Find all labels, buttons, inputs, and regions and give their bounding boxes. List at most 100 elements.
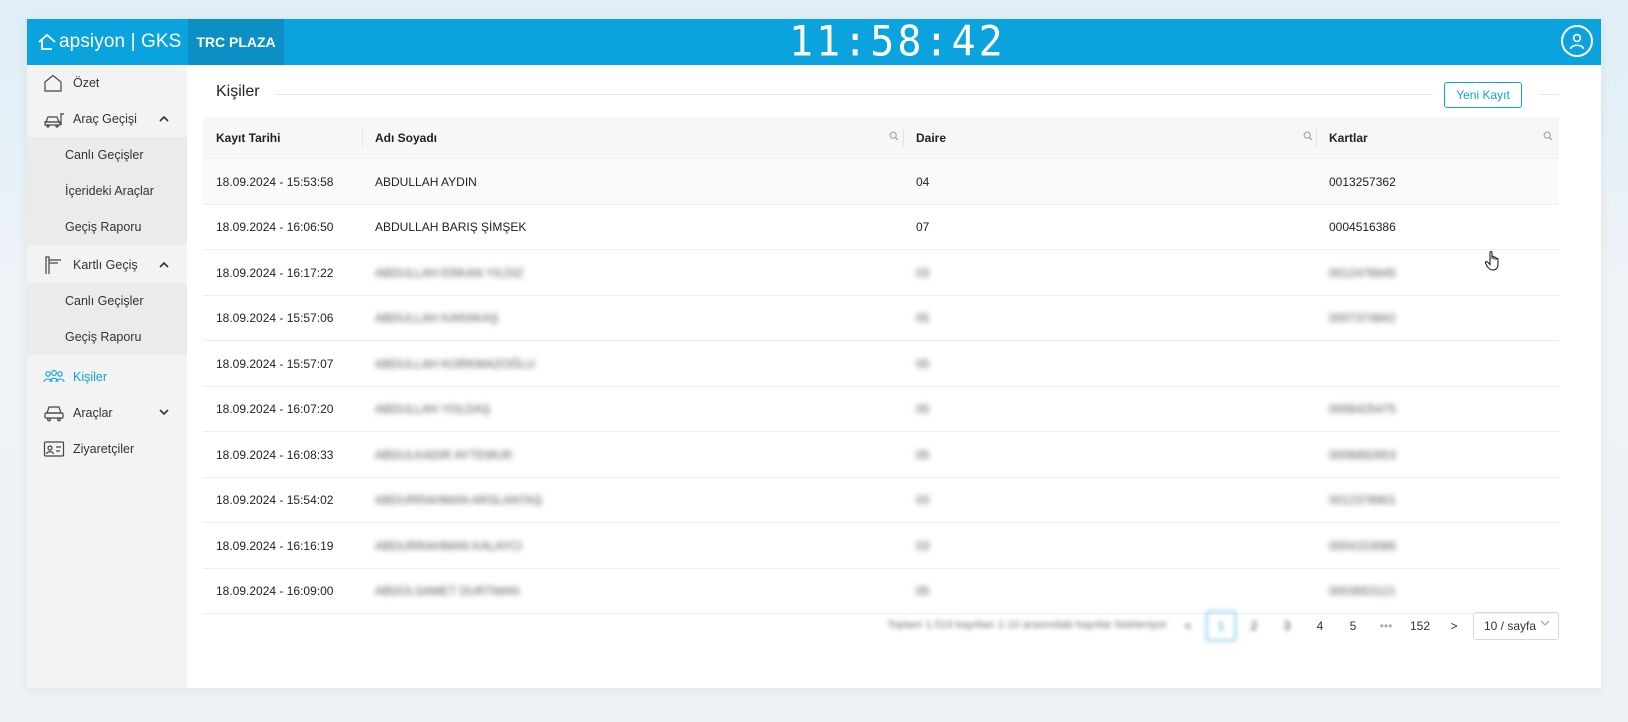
- cell-name: ABDULKADIR AYTEMUR: [375, 447, 513, 462]
- sidebar-item-label: Kişiler: [73, 370, 108, 384]
- column-separator: [903, 129, 904, 147]
- site-selector[interactable]: TRC PLAZA: [188, 19, 284, 65]
- cell-name: ABDULLAH KARAKAŞ: [375, 311, 499, 325]
- cell-card: 0006892653: [1329, 447, 1396, 462]
- title-divider-right: [1539, 94, 1559, 95]
- cell-date: 18.09.2024 - 15:57:07: [216, 356, 334, 371]
- table-row[interactable]: 18.09.2024 - 16:16:19 ABDURRAHMAN KALAYCI…: [203, 523, 1559, 569]
- sidebar-item-label: Araçlar: [73, 406, 113, 420]
- sidebar: Özet Araç Geçişi Canlı Geçişler İçeridek…: [27, 65, 187, 688]
- search-icon[interactable]: [1303, 131, 1313, 144]
- cell-name: ABDURRAHMAN ARSLANTAŞ: [375, 493, 543, 507]
- page-button-3[interactable]: 3: [1272, 611, 1302, 641]
- sidebar-item-araclar[interactable]: Araçlar: [27, 395, 187, 431]
- page-size-select[interactable]: 10 / sayfa: [1473, 612, 1559, 640]
- app-window: apsiyon | GKS TRC PLAZA 11:58:42 Özet Ar…: [27, 18, 1601, 688]
- car-icon: [43, 403, 65, 423]
- cell-date: 18.09.2024 - 16:17:22: [216, 265, 334, 280]
- turnstile-icon: [43, 255, 65, 275]
- column-separator: [1316, 129, 1317, 147]
- user-icon: [1569, 33, 1585, 50]
- page-ellipsis[interactable]: •••: [1371, 611, 1401, 641]
- table-row[interactable]: 18.09.2024 - 16:06:50 ABDULLAH BARIŞ ŞİMŞ…: [203, 205, 1559, 250]
- sidebar-item-kisiler[interactable]: Kişiler: [27, 359, 187, 395]
- next-page-button[interactable]: >: [1439, 611, 1469, 641]
- title-divider: [275, 94, 1433, 95]
- cell-unit: 04: [916, 174, 930, 189]
- cell-date: 18.09.2024 - 16:16:19: [216, 538, 334, 553]
- sidebar-subitem-label: Geçiş Raporu: [65, 220, 142, 234]
- column-header-name[interactable]: Adı Soyadı: [362, 117, 437, 159]
- home-icon: [43, 73, 65, 93]
- sidebar-item-label: Kartlı Geçiş: [73, 258, 138, 272]
- table-row[interactable]: 18.09.2024 - 16:07:20 ABDULLAH YOLDAŞ 05 00…: [203, 387, 1559, 432]
- chevron-up-icon: [159, 113, 169, 125]
- cell-unit: 07: [916, 220, 930, 234]
- sidebar-item-ziyaretciler[interactable]: Ziyaretçiler: [27, 431, 187, 467]
- table-header: Kayıt Tarihi Adı Soyadı Daire Kartlar: [203, 117, 1559, 159]
- page-button-5[interactable]: 5: [1338, 611, 1368, 641]
- column-header-label: Kartlar: [1329, 131, 1368, 145]
- cell-name: ABDURRAHMAN KALAYCI: [375, 538, 523, 553]
- column-header-cards[interactable]: Kartlar: [1316, 117, 1368, 159]
- table-row[interactable]: 18.09.2024 - 15:54:02 ABDURRAHMAN ARSLANT…: [203, 478, 1559, 523]
- sidebar-subitem-label: Canlı Geçişler: [65, 148, 144, 162]
- column-header-date[interactable]: Kayıt Tarihi: [216, 117, 280, 159]
- top-bar: apsiyon | GKS TRC PLAZA 11:58:42: [27, 18, 1601, 66]
- sidebar-item-label: Özet: [73, 76, 100, 90]
- cell-name: ABDÜLSAMET DURTMAN: [375, 584, 520, 598]
- sidebar-subitem-canli-gecisler-kart[interactable]: Canlı Geçişler: [27, 283, 187, 319]
- table-row[interactable]: 18.09.2024 - 15:57:06 ABDULLAH KARAKAŞ 05 0…: [203, 296, 1559, 341]
- brand-logo[interactable]: apsiyon | GKS: [37, 19, 181, 65]
- chevron-down-icon: [159, 407, 169, 419]
- cell-name: ABDULLAH ERKAN YILDIZ: [375, 265, 524, 280]
- sidebar-subitem-gecis-raporu[interactable]: Geçiş Raporu: [27, 209, 187, 245]
- sidebar-item-kartli-gecis[interactable]: Kartlı Geçiş: [27, 247, 187, 283]
- hand-cursor-icon: [1484, 250, 1499, 271]
- sidebar-subitem-label: Geçiş Raporu: [65, 330, 142, 344]
- cell-unit: 05: [916, 402, 930, 416]
- column-header-label: Kayıt Tarihi: [216, 131, 281, 145]
- page-button-last[interactable]: 152: [1405, 611, 1435, 641]
- user-menu-button[interactable]: [1561, 25, 1593, 57]
- cell-unit: 03: [916, 493, 930, 507]
- cell-card: 0006425475: [1329, 402, 1396, 416]
- sidebar-subitem-icerideki-araclar[interactable]: İçerideki Araçlar: [27, 173, 187, 209]
- table-row[interactable]: 18.09.2024 - 16:09:00 ABDÜLSAMET DURTMAN 0…: [203, 569, 1559, 614]
- search-icon[interactable]: [1543, 131, 1553, 144]
- page-button-4[interactable]: 4: [1305, 611, 1335, 641]
- cell-name: ABDULLAH BARIŞ ŞİMŞEK: [375, 220, 527, 234]
- search-icon[interactable]: [889, 131, 899, 144]
- sidebar-subitem-label: Canlı Geçişler: [65, 294, 144, 308]
- cell-unit: 05: [916, 447, 930, 462]
- cell-date: 18.09.2024 - 16:07:20: [216, 402, 334, 416]
- table-row[interactable]: 18.09.2024 - 15:57:07 ABDULLAH KORKMAZOĞL…: [203, 341, 1559, 387]
- sidebar-subitem-gecis-raporu-kart[interactable]: Geçiş Raporu: [27, 319, 187, 355]
- table-row[interactable]: 18.09.2024 - 15:53:58 ABDULLAH AYDIN 04 001…: [203, 159, 1559, 205]
- pagination-summary: Toplam 1.519 kayıttan 1-10 arasındaki ka…: [887, 619, 1168, 631]
- cell-card: 0012378901: [1329, 493, 1396, 507]
- cell-date: 18.09.2024 - 16:06:50: [216, 220, 334, 234]
- cell-unit: 05: [916, 311, 930, 325]
- sidebar-item-ozet[interactable]: Özet: [27, 65, 187, 101]
- column-header-unit[interactable]: Daire: [903, 117, 946, 159]
- main-content: Kişiler Yeni Kayıt Kayıt Tarihi Adı Soya…: [187, 65, 1601, 688]
- page-button-2[interactable]: 2: [1239, 611, 1269, 641]
- page-button-1[interactable]: 1: [1206, 611, 1236, 641]
- prev-page-button[interactable]: <: [1173, 611, 1203, 641]
- cell-name: ABDULLAH KORKMAZOĞLU: [375, 356, 536, 371]
- home-roof-icon: [38, 33, 56, 50]
- table-row[interactable]: 18.09.2024 - 16:17:22 ABDULLAH ERKAN YILD…: [203, 250, 1559, 296]
- new-record-button[interactable]: Yeni Kayıt: [1444, 82, 1522, 108]
- cell-card: 0004516386: [1329, 220, 1396, 234]
- table-body: 18.09.2024 - 15:53:58 ABDULLAH AYDIN 04 001…: [203, 159, 1559, 614]
- visitor-card-icon: [43, 439, 65, 459]
- people-table: Kayıt Tarihi Adı Soyadı Daire Kartlar 18…: [203, 117, 1559, 614]
- sidebar-item-label: Araç Geçişi: [73, 112, 137, 126]
- cell-date: 18.09.2024 - 15:53:58: [216, 174, 334, 189]
- sidebar-item-arac-gecisi[interactable]: Araç Geçişi: [27, 101, 187, 137]
- people-icon: [43, 367, 65, 387]
- cell-card: 0004153086: [1329, 538, 1396, 553]
- sidebar-subitem-canli-gecisler[interactable]: Canlı Geçişler: [27, 137, 187, 173]
- table-row[interactable]: 18.09.2024 - 16:08:33 ABDULKADIR AYTEMUR 0…: [203, 432, 1559, 478]
